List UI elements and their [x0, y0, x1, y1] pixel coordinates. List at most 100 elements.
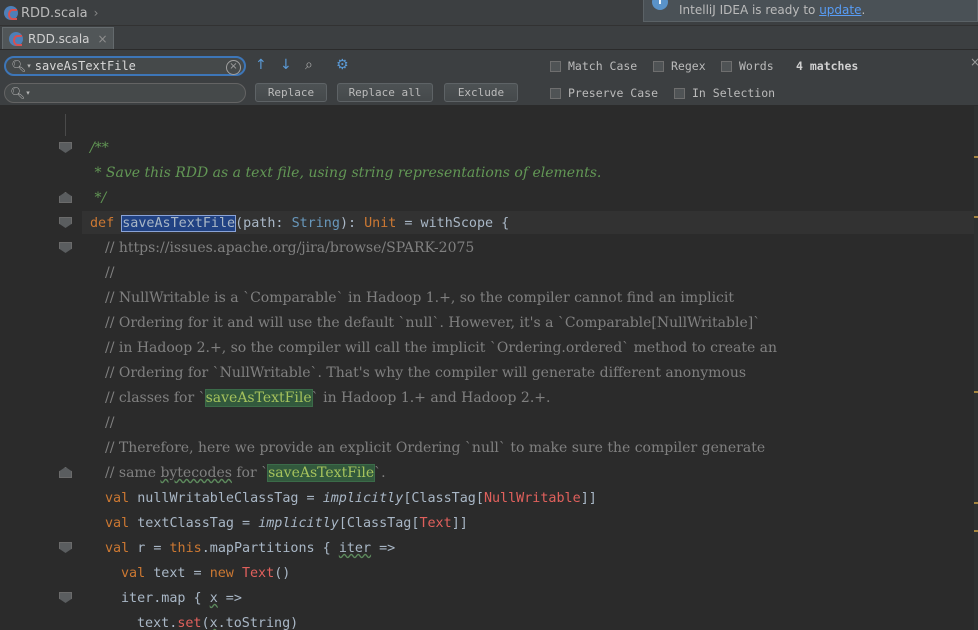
- code-token: =>: [371, 541, 396, 556]
- find-input[interactable]: 🔍︎ ▾ saveAsTextFile ×: [4, 56, 246, 76]
- find-query-text: saveAsTextFile: [34, 59, 136, 73]
- code-token: =>: [217, 591, 242, 606]
- error-stripe[interactable]: [974, 106, 978, 630]
- search-icon[interactable]: 🔍︎: [10, 86, 25, 100]
- stripe-marker[interactable]: [974, 502, 978, 504]
- code-token: set: [177, 616, 202, 630]
- code-token: ]]: [451, 516, 468, 531]
- close-icon[interactable]: ×: [98, 32, 108, 46]
- code-token: val: [105, 516, 138, 531]
- find-all-icon[interactable]: ⌕: [305, 57, 313, 73]
- code-token: val: [105, 541, 138, 556]
- code-token: x: [209, 591, 218, 606]
- code-token: `.: [374, 465, 386, 481]
- code-token: implicitly: [322, 491, 404, 506]
- checkbox-box: [550, 60, 561, 72]
- code-line-15: val nullWritableClassTag = implicitly[Cl…: [105, 486, 597, 511]
- stripe-marker[interactable]: [974, 156, 978, 158]
- regex-checkbox[interactable]: Regex: [653, 59, 706, 73]
- next-occurrence-icon[interactable]: ↓: [280, 57, 292, 73]
- code-token: def: [90, 216, 123, 231]
- clear-icon[interactable]: ×: [226, 60, 241, 75]
- dropdown-arrow-icon[interactable]: ▾: [26, 89, 30, 97]
- code-token: Text: [241, 566, 275, 581]
- code-token: Unit: [364, 216, 397, 231]
- code-token: text =: [153, 566, 210, 581]
- preserve-case-label: Preserve Case: [568, 86, 659, 100]
- update-link[interactable]: update: [819, 3, 861, 17]
- replace-all-button[interactable]: Replace all: [337, 83, 433, 102]
- search-match: saveAsTextFile: [204, 389, 313, 407]
- checkbox-box: [674, 87, 685, 99]
- code-token: this: [169, 541, 202, 556]
- scala-file-icon: [4, 6, 18, 20]
- code-token: iter: [121, 591, 154, 606]
- search-match-current: saveAsTextFile: [121, 215, 237, 232]
- code-token: = withScope {: [396, 216, 510, 231]
- tab-rdd-scala[interactable]: RDD.scala ×: [2, 27, 114, 49]
- code-line-9: // in Hadoop 2.+, so the compiler will c…: [105, 340, 778, 356]
- code-token: [ClassTag[: [338, 516, 420, 531]
- previous-occurrence-icon[interactable]: ↑: [255, 57, 267, 73]
- tab-label: RDD.scala: [28, 31, 90, 46]
- code-token: r =: [137, 541, 170, 556]
- words-checkbox[interactable]: Words: [721, 59, 774, 73]
- info-icon: i: [652, 0, 668, 10]
- stripe-marker[interactable]: [974, 530, 978, 532]
- code-line-19: iter.map { x =>: [121, 586, 242, 611]
- code-token: ):: [339, 216, 365, 231]
- match-case-checkbox[interactable]: Match Case: [550, 59, 637, 73]
- search-icon[interactable]: 🔍︎: [11, 59, 26, 73]
- preserve-case-checkbox[interactable]: Preserve Case: [550, 86, 658, 100]
- code-token: val: [121, 566, 154, 581]
- checkbox-box: [721, 60, 732, 72]
- code-editor[interactable]: /** * Save this RDD as a text file, usin…: [0, 106, 978, 630]
- code-token: (path:: [235, 216, 292, 231]
- match-case-label: Match Case: [568, 59, 638, 73]
- replace-input[interactable]: 🔍︎ ▾: [4, 83, 246, 103]
- code-line-7: // NullWritable is a `Comparable` in Had…: [105, 290, 735, 306]
- in-selection-checkbox[interactable]: In Selection: [674, 86, 775, 100]
- words-label: Words: [739, 59, 774, 73]
- code-token: NullWritable: [483, 491, 581, 506]
- editor-tab-bar: RDD.scala ×: [0, 26, 978, 50]
- code-token: ]]: [580, 491, 597, 506]
- code-token: String: [291, 216, 340, 231]
- code-token: .toString): [217, 616, 299, 630]
- code-token: textClassTag =: [137, 516, 259, 531]
- update-notification: i IntelliJ IDEA is ready to update.: [643, 0, 978, 22]
- code-line-18: val text = new Text(): [121, 561, 290, 586]
- replace-button[interactable]: Replace: [255, 83, 327, 102]
- settings-icon[interactable]: ⚙: [336, 57, 349, 73]
- code-line-20: text.set(x.toString): [137, 611, 298, 630]
- find-replace-panel: 🔍︎ ▾ saveAsTextFile × 🔍︎ ▾ ↑ ↓ ⌕ ⚙ Repla…: [0, 50, 978, 106]
- search-match: saveAsTextFile: [267, 464, 376, 482]
- code-line-1: /**: [90, 140, 109, 156]
- stripe-marker[interactable]: [974, 391, 978, 393]
- match-count: 4 matches: [796, 59, 859, 73]
- code-line-6: //: [105, 265, 115, 281]
- checkbox-box: [653, 60, 664, 72]
- exclude-button[interactable]: Exclude: [444, 83, 518, 102]
- code-line-2: * Save this RDD as a text file, using st…: [90, 165, 602, 181]
- code-token: for `: [231, 465, 269, 481]
- close-icon[interactable]: ×: [970, 55, 978, 69]
- code-token: x: [209, 616, 218, 630]
- code-token: (): [274, 566, 291, 581]
- fold-guide: [65, 114, 66, 136]
- code-line-8: // Ordering for it and will use the defa…: [105, 315, 761, 331]
- regex-label: Regex: [671, 59, 706, 73]
- notification-text: IntelliJ IDEA is ready to: [679, 3, 820, 17]
- stripe-marker[interactable]: [974, 216, 978, 218]
- code-token: new: [209, 566, 242, 581]
- dropdown-arrow-icon[interactable]: ▾: [27, 62, 31, 70]
- code-line-11: // classes for `saveAsTextFile` in Hadoo…: [105, 386, 550, 411]
- scala-file-icon: [9, 31, 23, 46]
- breadcrumb[interactable]: RDD.scala ›: [4, 4, 98, 22]
- code-line-16: val textClassTag = implicitly[ClassTag[T…: [105, 511, 468, 536]
- code-line-5: // https://issues.apache.org/jira/browse…: [105, 240, 475, 256]
- spellcheck-word: bytecodes: [160, 465, 232, 481]
- code-token: .map {: [153, 591, 210, 606]
- notification-message: IntelliJ IDEA is ready to update.: [679, 3, 865, 17]
- code-token: iter: [338, 541, 372, 556]
